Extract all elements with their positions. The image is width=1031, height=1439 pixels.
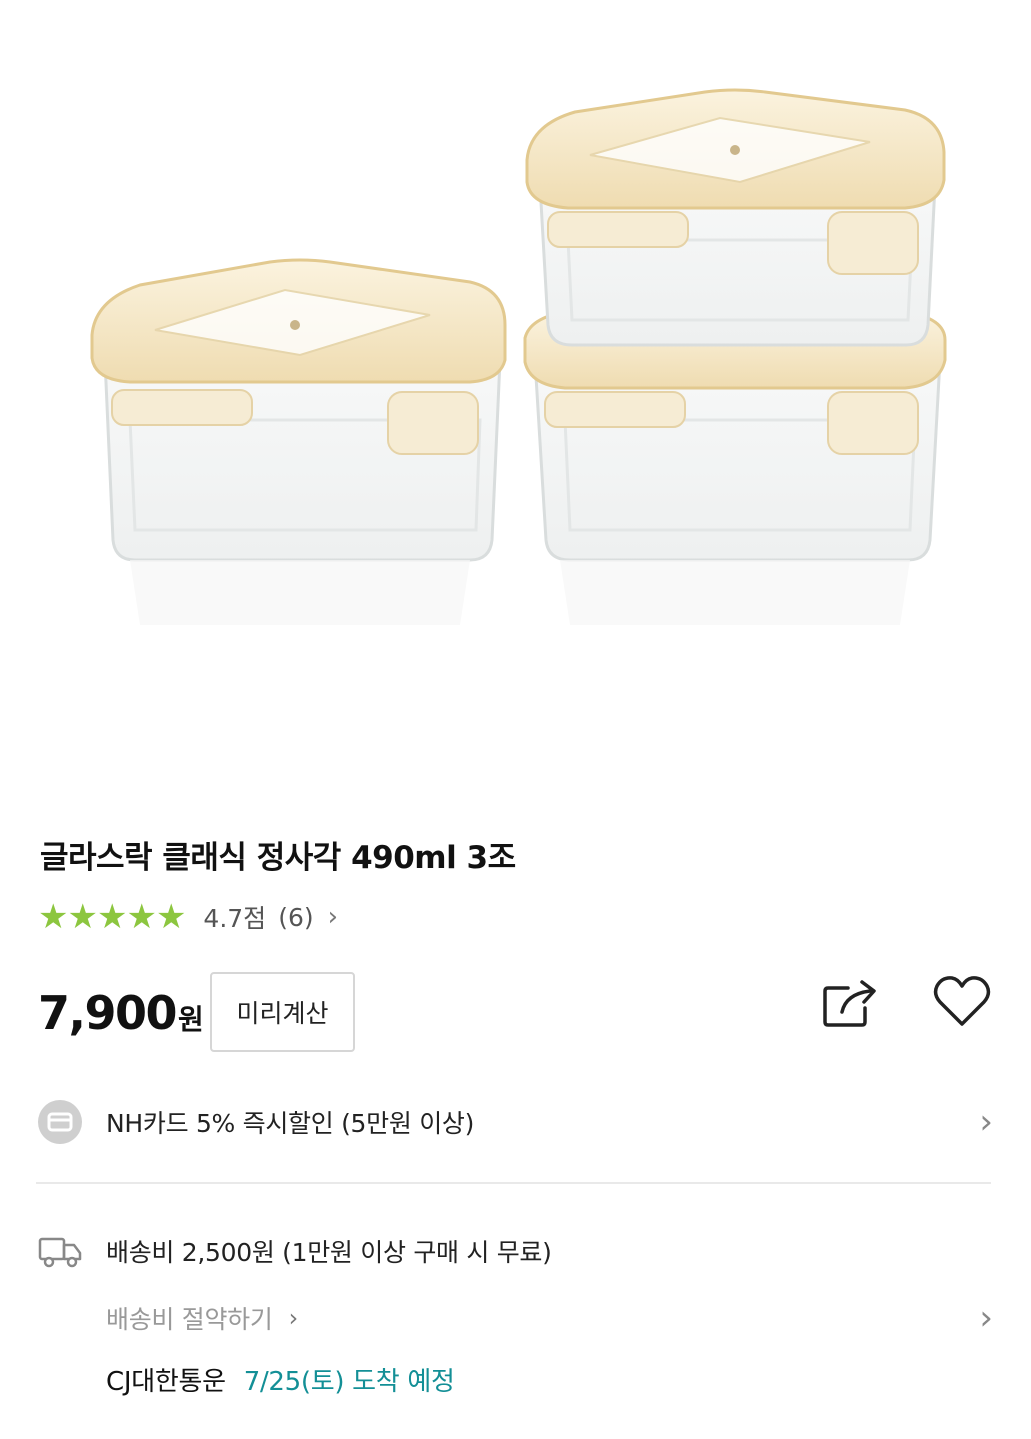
price-currency: 원 [178, 1003, 204, 1036]
price-calculator-button[interactable]: 미리계산 [210, 972, 355, 1052]
divider [36, 1182, 991, 1184]
shipping-fee-row: 배송비 2,500원 (1만원 이상 구매 시 무료) [38, 1226, 993, 1276]
card-icon [38, 1100, 82, 1144]
container-illustration [90, 88, 947, 625]
star-icon: ★ [96, 897, 128, 937]
card-discount-row[interactable]: NH카드 5% 즉시할인 (5만원 이상) › [38, 1092, 993, 1152]
star-icon: ★ [67, 897, 98, 937]
rating-summary[interactable]: ★ ★ ★ ★ ★ 4.7점 (6) › [38, 895, 338, 939]
share-icon [823, 980, 876, 1027]
carrier-name: CJ대한통운 [106, 1366, 226, 1397]
product-title: 글라스락 클래식 정사각 490ml 3조 [40, 840, 516, 876]
review-count: (6) [278, 902, 314, 932]
chevron-right-icon[interactable]: › [979, 1298, 993, 1338]
container-right-top [525, 88, 946, 347]
like-button[interactable] [930, 972, 994, 1032]
container-left [90, 258, 507, 625]
star-icon: ★ [126, 897, 157, 937]
rating-score: 4.7점 [203, 904, 267, 933]
container-right-bottom [523, 310, 947, 625]
product-image[interactable] [0, 0, 1031, 780]
star-icon: ★ [155, 897, 187, 937]
card-discount-text: NH카드 5% 즉시할인 (5만원 이상) [106, 1109, 475, 1138]
delivery-estimate: CJ대한통운 7/25(토) 도착 예정 [106, 1356, 455, 1402]
shipping-save-row[interactable]: 배송비 절약하기 › › [38, 1294, 993, 1342]
arrival-date: 7/25(토) 도착 예정 [243, 1366, 455, 1397]
chevron-right-icon[interactable]: › [328, 902, 338, 932]
star-rating: ★ ★ ★ ★ ★ [38, 897, 187, 937]
chevron-right-icon[interactable]: › [979, 1102, 993, 1142]
share-button[interactable] [818, 974, 884, 1034]
heart-icon [933, 976, 991, 1026]
star-icon: ★ [38, 897, 69, 937]
price: 7,900 원 [38, 986, 204, 1040]
price-amount: 7,900 [38, 986, 178, 1040]
truck-icon [38, 1237, 82, 1268]
shipping-save-link[interactable]: 배송비 절약하기 [106, 1300, 273, 1336]
shipping-fee-text: 배송비 2,500원 (1만원 이상 구매 시 무료) [106, 1238, 552, 1267]
chevron-right-icon: › [288, 1304, 299, 1332]
